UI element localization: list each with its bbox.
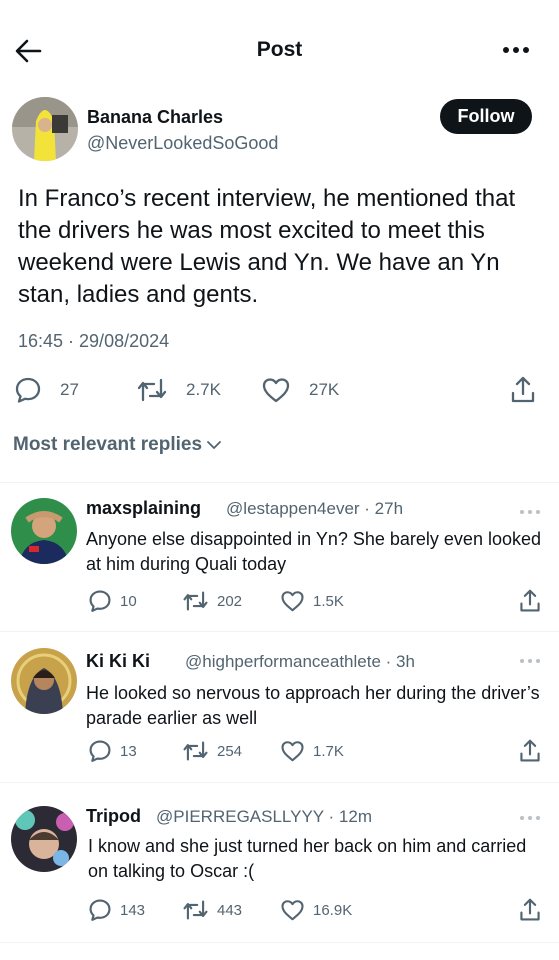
reply-author-handle[interactable]: @lestappen4ever · 27h — [226, 499, 403, 518]
page-title: Post — [256, 38, 303, 61]
more-horizontal-icon — [520, 816, 540, 820]
repost-button[interactable]: 2.7K — [136, 370, 221, 410]
repost-icon — [137, 378, 167, 402]
heart-icon — [281, 591, 304, 612]
repost-count: 202 — [217, 592, 243, 610]
avatar-image — [11, 498, 77, 564]
share-button[interactable] — [509, 370, 537, 410]
reply-action-bar: 143 443 16.9K — [0, 895, 559, 925]
follow-button[interactable]: Follow — [440, 99, 532, 134]
post-action-bar: 27 2.7K 27K — [0, 370, 559, 410]
more-horizontal-icon — [503, 47, 529, 53]
like-button[interactable]: 1.5K — [280, 586, 344, 616]
repost-count: 443 — [217, 901, 243, 919]
like-count: 16.9K — [313, 901, 353, 919]
author-name[interactable]: Banana Charles — [87, 107, 223, 128]
share-icon — [511, 376, 535, 403]
post-text: In Franco’s recent interview, he mention… — [18, 185, 516, 308]
like-count: 27K — [309, 380, 340, 399]
reply-count: 27 — [60, 380, 79, 399]
replies-sort-dropdown[interactable]: Most relevant replies — [13, 434, 222, 456]
share-button[interactable] — [518, 586, 542, 616]
reply-action-bar: 13 254 1.7K — [0, 736, 559, 766]
like-button[interactable]: 27K — [261, 370, 339, 410]
repost-icon — [183, 900, 208, 920]
like-count: 1.7K — [313, 742, 344, 760]
share-icon — [520, 898, 540, 921]
reply-more-button[interactable] — [516, 654, 544, 666]
share-icon — [520, 739, 540, 762]
reply-more-button[interactable] — [516, 811, 544, 823]
more-horizontal-icon — [520, 510, 540, 514]
reply-item[interactable]: Ki Ki Ki @highperformanceathlete · 3h He… — [0, 632, 559, 782]
reply-avatar[interactable] — [11, 498, 77, 564]
reply-count: 13 — [120, 742, 137, 760]
repost-icon — [183, 741, 208, 761]
heart-icon — [281, 741, 304, 762]
reply-author-name[interactable]: Tripod — [86, 806, 141, 826]
reply-button[interactable]: 143 — [88, 895, 145, 925]
reply-text: Anyone else disappointed in Yn? She bare… — [86, 529, 542, 574]
repost-button[interactable]: 443 — [182, 895, 242, 925]
repost-icon — [183, 591, 208, 611]
avatar-image — [11, 648, 77, 714]
like-button[interactable]: 16.9K — [280, 895, 352, 925]
reply-author-name[interactable]: maxsplaining — [86, 498, 201, 518]
reply-author-name[interactable]: Ki Ki Ki — [86, 651, 150, 671]
reply-header: Ki Ki Ki @highperformanceathlete · 3h — [86, 651, 415, 672]
share-button[interactable] — [518, 736, 542, 766]
reply-action-bar: 10 202 1.5K — [0, 586, 559, 616]
avatar-image — [11, 806, 77, 872]
reply-button[interactable]: 13 — [88, 736, 137, 766]
reply-more-button[interactable] — [516, 505, 544, 517]
reply-author-handle[interactable]: @highperformanceathlete · 3h — [185, 652, 415, 671]
reply-count: 143 — [120, 901, 146, 919]
repost-count: 254 — [217, 742, 243, 760]
reply-text: I know and she just turned her back on h… — [88, 836, 527, 881]
more-options-button[interactable] — [498, 40, 534, 60]
reply-button[interactable]: 27 — [14, 370, 79, 410]
share-button[interactable] — [518, 895, 542, 925]
reply-icon — [15, 377, 41, 403]
reply-icon — [89, 590, 111, 612]
reply-item[interactable]: maxsplaining @lestappen4ever · 27h Anyon… — [0, 483, 559, 631]
reply-header: Tripod @PIERREGASLLYYY · 12m — [86, 806, 372, 827]
author-handle[interactable]: @NeverLookedSoGood — [87, 133, 278, 154]
reply-header: maxsplaining @lestappen4ever · 27h — [86, 498, 403, 519]
like-button[interactable]: 1.7K — [280, 736, 344, 766]
avatar-image — [12, 97, 78, 161]
reply-item[interactable]: Tripod @PIERREGASLLYYY · 12m I know and … — [0, 783, 559, 943]
reply-avatar[interactable] — [11, 648, 77, 714]
heart-icon — [262, 378, 290, 403]
top-bar: Post — [0, 0, 559, 100]
repost-count: 2.7K — [186, 380, 221, 399]
chevron-down-icon — [207, 441, 221, 449]
replies-sort-label: Most relevant replies — [13, 434, 203, 455]
share-icon — [520, 589, 540, 612]
like-count: 1.5K — [313, 592, 344, 610]
repost-button[interactable]: 254 — [182, 736, 242, 766]
reply-icon — [89, 740, 111, 762]
reply-icon — [89, 899, 111, 921]
reply-author-handle[interactable]: @PIERREGASLLYYY · 12m — [156, 807, 372, 826]
reply-text: He looked so nervous to approach her dur… — [86, 683, 540, 728]
repost-button[interactable]: 202 — [182, 586, 242, 616]
reply-avatar[interactable] — [11, 806, 77, 872]
post-timestamp[interactable]: 16:45 · 29/08/2024 — [18, 331, 169, 352]
reply-count: 10 — [120, 592, 137, 610]
reply-button[interactable]: 10 — [88, 586, 137, 616]
divider — [0, 942, 559, 943]
more-horizontal-icon — [520, 659, 540, 663]
author-avatar[interactable] — [12, 97, 78, 161]
heart-icon — [281, 900, 304, 921]
